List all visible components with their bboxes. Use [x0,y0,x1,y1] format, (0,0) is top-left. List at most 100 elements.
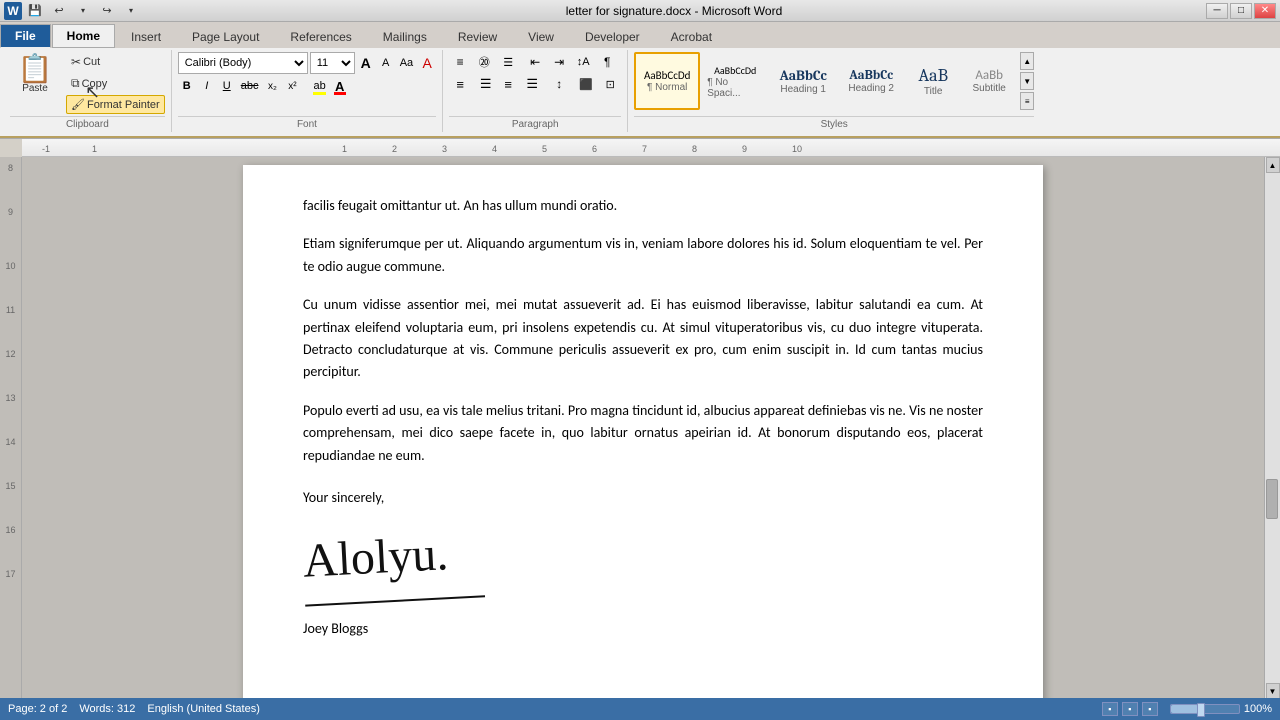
ruler-content: -1 1 1 2 3 4 5 6 7 8 9 10 [292,139,1280,156]
tab-review[interactable]: Review [443,24,512,48]
ruler-zero: 1 [92,144,97,154]
language-indicator: English (United States) [147,703,260,715]
tab-bar: File Home Insert Page Layout References … [0,22,1280,48]
numbering-button[interactable]: ⑳ [473,52,495,72]
close-button[interactable]: ✕ [1254,3,1276,19]
italic-button[interactable]: I [198,76,216,96]
style-normal[interactable]: AaBbCcDd ¶ Normal [634,52,700,110]
increase-indent-button[interactable]: ⇥ [548,52,570,72]
tab-references[interactable]: References [275,24,366,48]
bold-button[interactable]: B [178,76,196,96]
style-normal-preview: AaBbCcDd [644,69,690,82]
line-spacing-button[interactable]: ↕ [548,74,570,94]
signatory-name: Joey Bloggs [303,618,983,640]
tab-mailings[interactable]: Mailings [368,24,442,48]
style-subtitle[interactable]: AaBb Subtitle [962,52,1016,110]
shading-button[interactable]: ⬛ [575,74,597,94]
font-color-button[interactable]: A [331,76,349,96]
font-grow-button[interactable]: A [357,53,375,73]
ribbon-content: 📋 Paste ✂ Cut ⧉ Copy ↖ [0,48,1280,138]
maximize-button[interactable]: □ [1230,3,1252,19]
clear-formatting-button[interactable]: A [418,53,436,73]
word-logo-icon: W [4,2,22,20]
justify-button[interactable]: ☰ [521,74,543,94]
font-color-bar [334,92,346,95]
change-case-button[interactable]: Aa [397,53,416,73]
sort-button[interactable]: ↕A [572,52,594,72]
document-area[interactable]: facilis feugait omittantur ut. An has ul… [22,157,1264,699]
paste-icon: 📋 [18,55,53,83]
tab-developer[interactable]: Developer [570,24,655,48]
tab-file[interactable]: File [0,24,51,48]
styles-scroll: ▲ ▼ ≡ [1020,52,1034,110]
bullets-button[interactable]: ≡ [449,52,471,72]
redo-qat-button[interactable]: ↪ [96,2,118,20]
scroll-up-button[interactable]: ▲ [1266,157,1280,173]
styles-label: Styles [634,116,1034,130]
ruler-9: 9 [742,144,747,154]
left-sidebar: 8 9 10 11 12 13 14 15 16 17 [0,157,22,699]
ruler-1: 1 [342,144,347,154]
copy-button[interactable]: ⧉ Copy ↖ [66,73,165,94]
underline-button[interactable]: U [218,76,236,96]
customize-qat-button[interactable]: ▾ [120,2,142,20]
styles-scroll-up[interactable]: ▲ [1020,52,1034,70]
page-line-12: 12 [0,347,21,361]
style-no-space-preview: AaBbCcDd [714,64,756,77]
text-highlight-button[interactable]: ab [310,76,328,96]
font-shrink-button[interactable]: A [377,53,395,73]
zoom-thumb[interactable] [1197,703,1205,717]
cut-button[interactable]: ✂ Cut [66,52,165,72]
paragraph-group: ≡ ⑳ ☰ ⇤ ⇥ ↕A ¶ ≡ ☰ ≡ ☰ ↕ [443,50,628,132]
borders-button[interactable]: ⊡ [599,74,621,94]
tab-insert[interactable]: Insert [116,24,176,48]
superscript-button[interactable]: x² [283,76,301,96]
print-layout-button[interactable]: ▪ [1102,702,1118,716]
scroll-track [1265,173,1280,683]
document-page[interactable]: facilis feugait omittantur ut. An has ul… [243,165,1043,699]
paste-button[interactable]: 📋 Paste [10,52,60,98]
tab-view[interactable]: View [513,24,569,48]
save-qat-button[interactable]: 💾 [24,2,46,20]
style-h2-preview: AaBbCc [849,68,893,83]
align-center-button[interactable]: ☰ [473,74,495,94]
cut-icon: ✂ [71,55,81,69]
styles-more-button[interactable]: ≡ [1020,92,1034,110]
subscript-button[interactable]: x₂ [263,76,281,96]
style-title[interactable]: AaB Title [906,52,960,110]
clipboard-label: Clipboard [10,116,165,130]
multilevel-list-button[interactable]: ☰ [497,52,519,72]
font-family-select[interactable]: Calibri (Body) [178,52,308,74]
align-right-button[interactable]: ≡ [497,74,519,94]
styles-scroll-down[interactable]: ▼ [1020,72,1034,90]
full-reading-button[interactable]: ▪ [1122,702,1138,716]
scroll-down-button[interactable]: ▼ [1266,683,1280,699]
ruler-5: 5 [542,144,547,154]
tab-acrobat[interactable]: Acrobat [656,24,727,48]
tab-home[interactable]: Home [52,24,115,48]
style-heading1[interactable]: AaBbCc Heading 1 [770,52,836,110]
font-label: Font [178,116,436,130]
style-title-label: Title [924,86,943,97]
paragraph-label: Paragraph [449,116,621,130]
tab-page-layout[interactable]: Page Layout [177,24,274,48]
scroll-thumb[interactable] [1266,479,1278,519]
style-subtitle-preview: AaBb [975,68,1003,83]
style-heading2[interactable]: AaBbCc Heading 2 [838,52,904,110]
decrease-indent-button[interactable]: ⇤ [524,52,546,72]
shading-icon: ⬛ [579,78,593,91]
zoom-slider[interactable] [1170,704,1240,714]
format-painter-button[interactable]: 🖌 Format Painter [66,95,165,114]
web-layout-button[interactable]: ▪ [1142,702,1158,716]
show-hide-button[interactable]: ¶ [596,52,618,72]
align-left-button[interactable]: ≡ [449,74,471,94]
page-line-10: 10 [0,259,21,273]
font-size-select[interactable]: 11 891011 12141618 [310,52,355,74]
page-line-8: 8 [0,161,21,175]
undo-qat-button[interactable]: ↩ [48,2,70,20]
style-no-space-label: ¶ No Spaci... [707,77,763,99]
strikethrough-button[interactable]: abc [238,76,262,96]
style-no-spacing[interactable]: AaBbCcDd ¶ No Spaci... [702,52,768,110]
minimize-button[interactable]: ─ [1206,3,1228,19]
right-scrollbar[interactable]: ▲ ▼ [1264,157,1280,699]
